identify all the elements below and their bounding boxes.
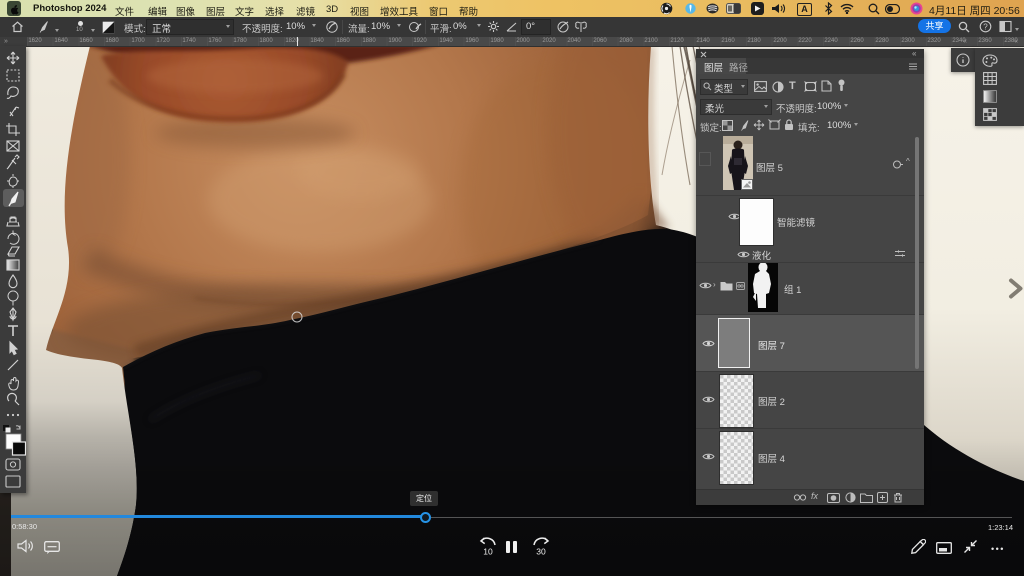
svg-text:?: ?	[983, 22, 988, 31]
